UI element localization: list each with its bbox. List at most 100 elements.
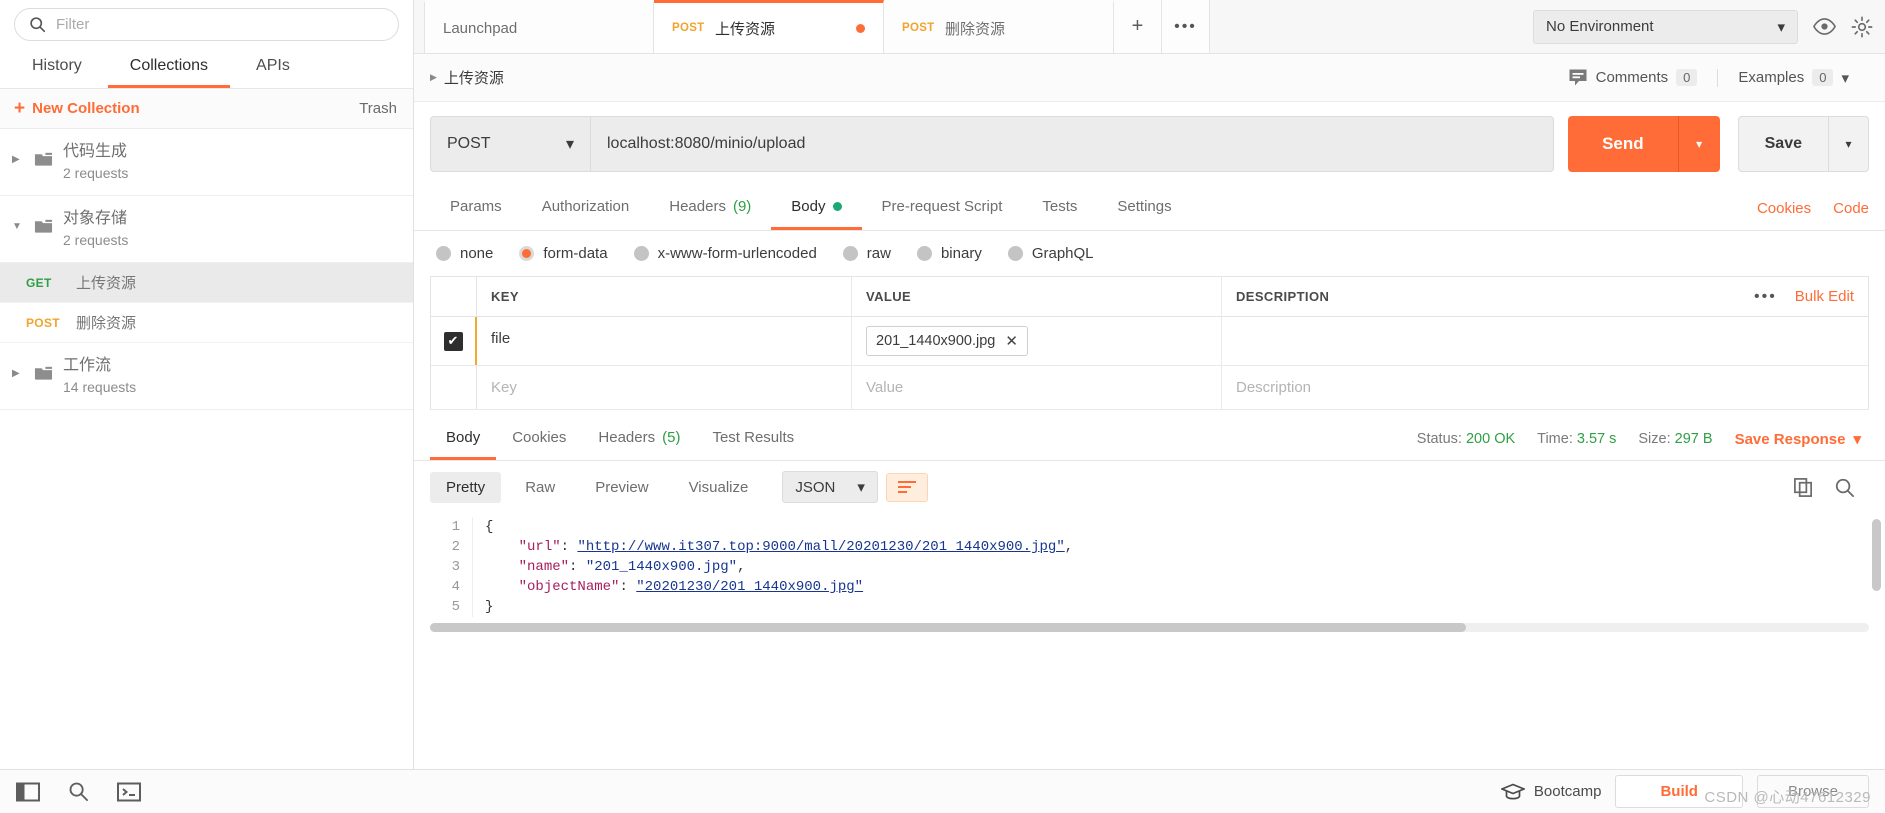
horizontal-scrollbar-track[interactable] bbox=[430, 623, 1869, 632]
tab-pre-request-script[interactable]: Pre-request Script bbox=[862, 186, 1023, 230]
body-type-label: form-data bbox=[543, 245, 608, 262]
response-format-select[interactable]: JSON ▾ bbox=[782, 471, 878, 503]
sidebar-tab-history[interactable]: History bbox=[10, 47, 104, 88]
request-item-shanchuziyuan[interactable]: POST 删除资源 bbox=[0, 303, 413, 343]
code-link[interactable]: Code bbox=[1833, 200, 1869, 217]
search-icon[interactable] bbox=[1834, 477, 1855, 498]
copy-icon[interactable] bbox=[1793, 477, 1814, 498]
placeholder-value-input[interactable]: Value bbox=[852, 366, 1222, 409]
tab-params[interactable]: Params bbox=[430, 186, 522, 230]
response-tab-cookies[interactable]: Cookies bbox=[496, 418, 582, 460]
bootcamp-icon bbox=[1500, 783, 1525, 800]
sidebar-tab-collections[interactable]: Collections bbox=[107, 47, 231, 88]
json-value[interactable]: "http://www.it307.top:9000/mall/20201230… bbox=[577, 539, 1064, 555]
view-tab-raw[interactable]: Raw bbox=[509, 472, 571, 503]
chevron-right-icon[interactable]: ▶ bbox=[12, 141, 24, 165]
line-number: 1 bbox=[451, 519, 460, 535]
view-tab-visualize[interactable]: Visualize bbox=[673, 472, 765, 503]
collection-folder-gongzuoliu[interactable]: ▶ 工作流 14 requests bbox=[0, 343, 413, 410]
examples-label: Examples bbox=[1738, 69, 1805, 86]
new-collection-button[interactable]: + New Collection bbox=[14, 99, 140, 118]
save-response-button[interactable]: Save Response ▾ bbox=[1735, 430, 1861, 449]
url-input[interactable]: localhost:8080/minio/upload bbox=[590, 116, 1555, 172]
tab-label: 上传资源 bbox=[715, 20, 776, 38]
json-comma: , bbox=[737, 559, 746, 575]
collection-folder-duixiangcunchu[interactable]: ▼ 对象存储 2 requests bbox=[0, 196, 413, 263]
folder-icon bbox=[34, 141, 53, 167]
tab-tests[interactable]: Tests bbox=[1022, 186, 1097, 230]
close-icon[interactable]: ✕ bbox=[1005, 332, 1018, 350]
tab-options-button[interactable]: ••• bbox=[1162, 0, 1210, 53]
breadcrumb-title[interactable]: ▶ 上传资源 bbox=[430, 67, 504, 88]
response-tab-body[interactable]: Body bbox=[430, 418, 497, 460]
response-tab-test-results[interactable]: Test Results bbox=[696, 418, 810, 460]
page-title: 上传资源 bbox=[443, 70, 504, 87]
placeholder-key-input[interactable]: Key bbox=[477, 366, 852, 409]
tab-shangchuanziyuan[interactable]: POST 上传资源 bbox=[654, 0, 884, 53]
body-type-raw[interactable]: raw bbox=[842, 245, 891, 262]
bootcamp-button[interactable]: Bootcamp bbox=[1500, 783, 1601, 800]
console-icon[interactable] bbox=[117, 782, 141, 802]
environment-select[interactable]: No Environment ▾ bbox=[1533, 9, 1798, 44]
tab-body[interactable]: Body bbox=[771, 186, 862, 230]
row-checkbox[interactable]: ✔ bbox=[443, 331, 463, 351]
vertical-scrollbar[interactable] bbox=[1872, 519, 1881, 591]
search-input-placeholder: Filter bbox=[56, 16, 90, 33]
tab-shanchuziyuan[interactable]: POST 删除资源 bbox=[884, 0, 1114, 53]
body-type-binary[interactable]: binary bbox=[916, 245, 982, 262]
row-key[interactable]: file bbox=[477, 317, 852, 365]
chevron-down-icon: ▾ bbox=[1841, 69, 1849, 87]
body-type-label: none bbox=[460, 245, 494, 262]
gear-icon[interactable] bbox=[1851, 16, 1873, 38]
file-chip[interactable]: 201_1440x900.jpg ✕ bbox=[866, 326, 1028, 356]
table-options-button[interactable]: ••• bbox=[1754, 288, 1777, 306]
folder-name: 代码生成 bbox=[63, 143, 128, 160]
word-wrap-button[interactable] bbox=[885, 472, 928, 502]
sidebar-tabs: History Collections APIs bbox=[0, 47, 413, 89]
comments-button[interactable]: Comments 0 bbox=[1548, 68, 1718, 87]
json-line: "url": "http://www.it307.top:9000/mall/2… bbox=[485, 537, 1885, 557]
placeholder-description-input[interactable]: Description bbox=[1222, 366, 1545, 409]
tab-settings[interactable]: Settings bbox=[1097, 186, 1191, 230]
horizontal-scrollbar-thumb[interactable] bbox=[430, 623, 1467, 632]
sidebar-tab-apis[interactable]: APIs bbox=[234, 47, 312, 88]
chevron-right-icon[interactable]: ▶ bbox=[12, 355, 24, 379]
send-options-button[interactable]: ▾ bbox=[1677, 116, 1720, 172]
collection-folder-daimashengcheng[interactable]: ▶ 代码生成 2 requests bbox=[0, 129, 413, 196]
tab-headers[interactable]: Headers (9) bbox=[649, 186, 771, 230]
eye-icon[interactable] bbox=[1812, 18, 1837, 35]
body-type-graphql[interactable]: GraphQL bbox=[1007, 245, 1094, 262]
status-badge: 200 OK bbox=[1465, 431, 1516, 447]
chevron-down-icon[interactable]: ▼ bbox=[12, 208, 24, 232]
request-item-shangchuanziyuan[interactable]: GET 上传资源 bbox=[0, 263, 413, 303]
json-value[interactable]: "20201230/201_1440x900.jpg" bbox=[636, 579, 863, 595]
plus-icon: + bbox=[14, 98, 26, 119]
body-type-none[interactable]: none bbox=[436, 245, 493, 262]
trash-button[interactable]: Trash bbox=[359, 100, 397, 117]
json-close-brace: } bbox=[485, 599, 494, 615]
row-description[interactable] bbox=[1222, 317, 1545, 365]
chevron-right-icon[interactable]: ▶ bbox=[430, 72, 437, 83]
search-input[interactable]: Filter bbox=[14, 8, 399, 41]
new-tab-button[interactable]: + bbox=[1114, 0, 1162, 53]
cookies-link[interactable]: Cookies bbox=[1757, 200, 1811, 217]
body-type-urlencoded[interactable]: x-www-form-urlencoded bbox=[633, 245, 817, 262]
bulk-edit-button[interactable]: Bulk Edit bbox=[1795, 288, 1854, 305]
search-icon bbox=[29, 16, 46, 33]
row-value[interactable]: 201_1440x900.jpg ✕ bbox=[852, 317, 1222, 365]
search-icon[interactable] bbox=[68, 781, 89, 802]
view-tab-preview[interactable]: Preview bbox=[579, 472, 664, 503]
response-body-viewer[interactable]: 1 2 3 4 5 { "url": "http://www.it307.top:900… bbox=[414, 513, 1885, 617]
save-options-button[interactable]: ▾ bbox=[1829, 116, 1869, 172]
send-button[interactable]: Send bbox=[1568, 116, 1678, 172]
view-tab-pretty[interactable]: Pretty bbox=[430, 471, 502, 503]
body-type-form-data[interactable]: form-data bbox=[519, 245, 608, 262]
tab-authorization[interactable]: Authorization bbox=[522, 186, 650, 230]
method-select[interactable]: POST ▾ bbox=[430, 116, 590, 172]
examples-button[interactable]: Examples 0 ▾ bbox=[1717, 68, 1869, 87]
time-label: Time: bbox=[1537, 431, 1573, 447]
save-button[interactable]: Save bbox=[1737, 116, 1829, 172]
panel-toggle-icon[interactable] bbox=[16, 782, 40, 802]
tab-launchpad[interactable]: Launchpad bbox=[424, 0, 654, 53]
response-tab-headers[interactable]: Headers (5) bbox=[582, 418, 696, 460]
